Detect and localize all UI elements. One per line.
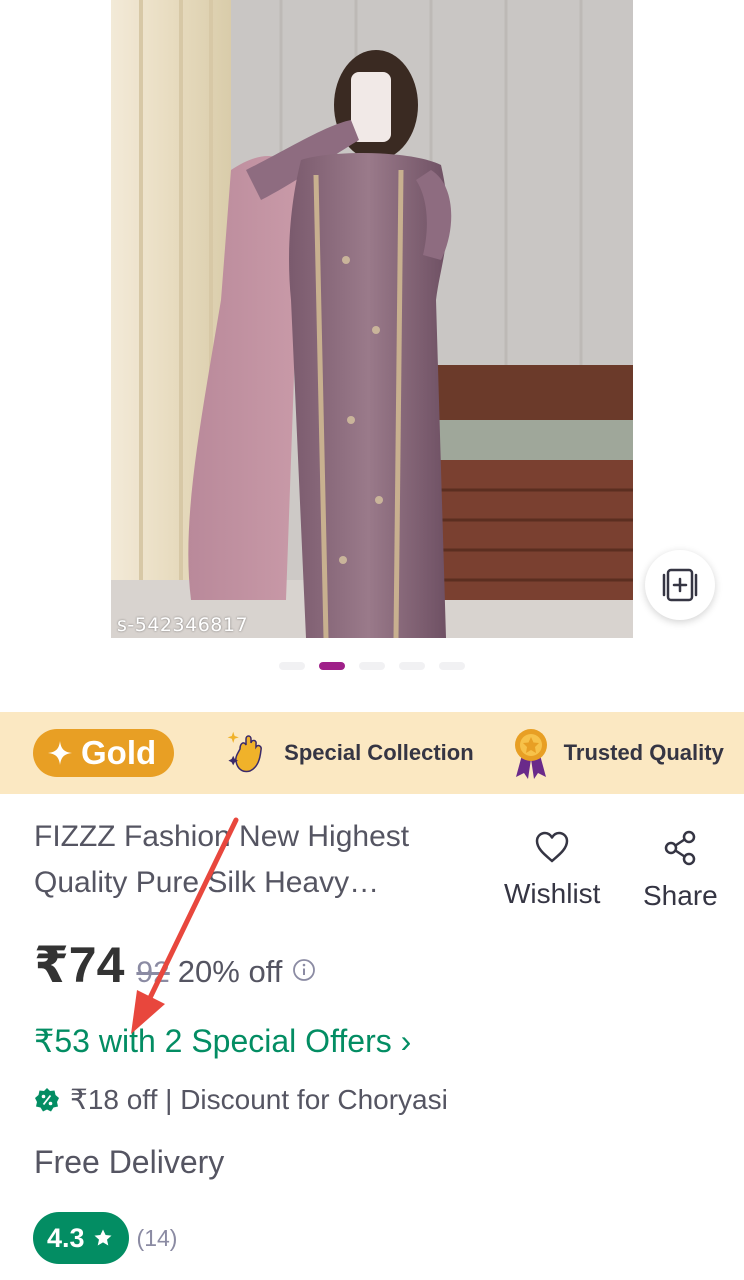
sparkle-icon — [48, 741, 72, 765]
trusted-quality-label: Trusted Quality — [563, 740, 724, 765]
product-photo — [111, 0, 633, 638]
price-row: ₹74 92 20% off — [34, 936, 316, 994]
product-image[interactable]: s-542346817 — [111, 0, 633, 638]
carousel-dot[interactable] — [399, 662, 425, 670]
product-title: FIZZZ Fashion New Highest Quality Pure S… — [34, 820, 410, 899]
rating-row[interactable]: 4.3 (14) — [33, 1212, 177, 1264]
carousel-dot[interactable] — [439, 662, 465, 670]
add-to-collection-button[interactable] — [645, 550, 715, 620]
wishlist-label: Wishlist — [504, 878, 601, 909]
special-collection-badge[interactable]: Special Collection — [226, 729, 474, 777]
star-icon — [94, 1229, 112, 1246]
image-watermark: s-542346817 — [117, 614, 249, 636]
info-icon[interactable] — [292, 958, 316, 987]
hand-sparkle-icon — [227, 731, 263, 773]
coupon-offer: ₹18 off | Discount for Choryasi — [34, 1083, 448, 1116]
rating-value: 4.3 — [47, 1222, 85, 1253]
gold-badge[interactable]: Gold — [33, 729, 175, 777]
product-image-card: s-542346817 — [0, 0, 744, 708]
free-delivery-label: Free Delivery — [34, 1144, 225, 1180]
share-icon — [665, 830, 696, 866]
carousel-dot[interactable] — [359, 662, 385, 670]
rating-count: (14) — [136, 1224, 178, 1251]
heart-icon — [535, 831, 569, 863]
add-to-collection-icon — [662, 568, 698, 602]
share-label: Share — [643, 880, 718, 911]
carousel-dot-active[interactable] — [319, 662, 345, 670]
carousel-indicator — [0, 662, 744, 670]
discount-badge-icon — [35, 1087, 59, 1111]
medal-icon — [514, 729, 547, 779]
gold-badge-label: Gold — [81, 734, 157, 771]
original-price: 92 — [136, 956, 170, 989]
badges-bar: Gold Special Collection Trusted Quality — [0, 712, 744, 794]
coupon-text: ₹18 off | Discount for Choryasi — [70, 1084, 448, 1115]
selling-price: ₹74 — [34, 937, 125, 993]
discount-percent: 20% off — [177, 954, 283, 989]
wishlist-button[interactable]: Wishlist — [504, 830, 600, 910]
carousel-dot[interactable] — [279, 662, 305, 670]
rating-badge: 4.3 — [33, 1212, 129, 1264]
trusted-quality-badge[interactable]: Trusted Quality — [512, 727, 724, 779]
special-collection-label: Special Collection — [284, 740, 474, 765]
special-offers-link[interactable]: ₹53 with 2 Special Offers › — [34, 1022, 411, 1060]
share-button[interactable]: Share — [643, 830, 718, 912]
